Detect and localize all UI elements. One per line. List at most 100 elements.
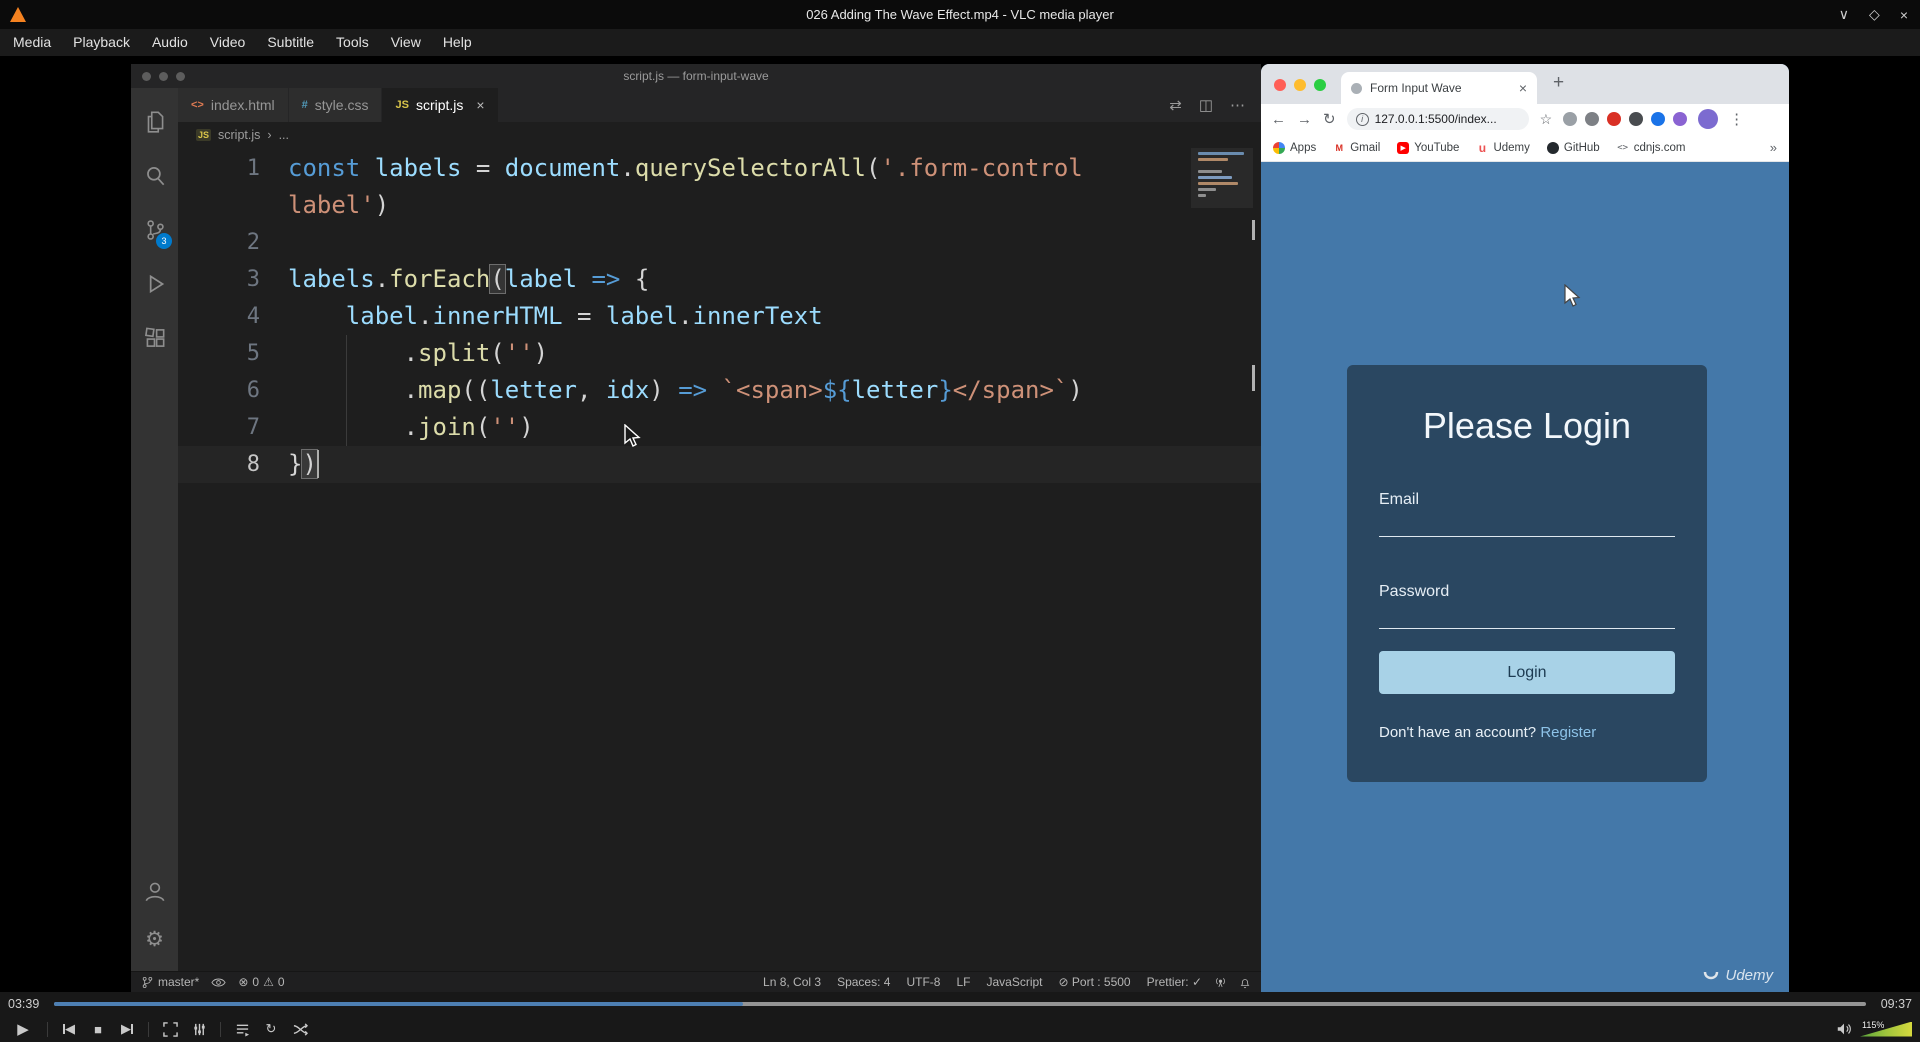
bookmark-apps[interactable]: Apps	[1273, 141, 1316, 154]
breadcrumb[interactable]: JS script.js › ...	[178, 122, 1261, 148]
menu-item-view[interactable]: View	[380, 29, 432, 56]
code-line: 7 .join('')	[178, 409, 1261, 446]
extension-icon[interactable]	[1673, 112, 1688, 126]
zoom-window-icon[interactable]	[1314, 79, 1326, 91]
notifications-bell-icon[interactable]	[1239, 976, 1251, 989]
git-branch-indicator[interactable]: master*	[141, 975, 199, 989]
fullscreen-button[interactable]	[158, 1018, 182, 1040]
source-control-icon[interactable]: 3	[131, 206, 178, 254]
extension-icon[interactable]	[1563, 112, 1578, 126]
run-debug-icon[interactable]	[131, 260, 178, 308]
stop-button[interactable]: ■	[86, 1018, 110, 1040]
login-button[interactable]: Login	[1379, 651, 1675, 694]
editor-action-icon[interactable]: ⋯	[1230, 96, 1245, 114]
random-button[interactable]	[288, 1018, 312, 1040]
tab-close-icon[interactable]: ×	[1519, 80, 1527, 96]
email-field[interactable]	[1379, 511, 1675, 537]
status-item[interactable]: LF	[956, 975, 970, 989]
profile-avatar[interactable]	[1698, 109, 1719, 129]
volume-slider[interactable]: 115%	[1860, 1020, 1912, 1037]
problems-indicator[interactable]: ⊗ 0 ⚠ 0	[238, 975, 284, 989]
minimize-button[interactable]: ∨	[1839, 6, 1849, 23]
minimap[interactable]	[1198, 152, 1247, 200]
bookmark-label: Gmail	[1350, 141, 1381, 154]
bookmark-cdnjs-com[interactable]: <> cdnjs.com	[1617, 142, 1685, 154]
seek-slider[interactable]	[54, 1002, 1866, 1006]
tab-index-html[interactable]: <> index.html	[178, 88, 289, 122]
code-editor[interactable]: 1 const labels = document.querySelectorAl…	[178, 148, 1261, 971]
new-tab-button[interactable]: +	[1553, 72, 1564, 94]
tab-label: style.css	[314, 97, 369, 113]
status-item[interactable]: ⊘ Port : 5500	[1059, 975, 1131, 989]
url-text: 127.0.0.1:5500/index...	[1374, 112, 1497, 126]
status-item[interactable]: UTF-8	[906, 975, 940, 989]
playlist-button[interactable]	[230, 1018, 254, 1040]
status-item[interactable]: Prettier: ✓	[1147, 975, 1202, 989]
minimize-window-icon[interactable]	[1294, 79, 1306, 91]
code-lines: 1 const labels = document.querySelectorAl…	[178, 148, 1261, 483]
register-link[interactable]: Register	[1540, 724, 1596, 741]
forward-button[interactable]: →	[1297, 111, 1312, 128]
activity-bar: 3 ⚙	[131, 88, 178, 971]
extensions-icon[interactable]	[131, 314, 178, 362]
play-button[interactable]: ▶	[8, 1018, 38, 1040]
bookmark-udemy[interactable]: u Udemy	[1476, 141, 1530, 155]
close-button[interactable]: ×	[1900, 7, 1908, 23]
menu-item-tools[interactable]: Tools	[325, 29, 380, 56]
status-item[interactable]: Spaces: 4	[837, 975, 890, 989]
extension-icon[interactable]	[1607, 112, 1622, 126]
tab-style-css[interactable]: # style.css	[288, 88, 383, 122]
extension-icon[interactable]	[1629, 112, 1644, 126]
password-field[interactable]	[1379, 603, 1675, 629]
extension-icon[interactable]	[1651, 112, 1666, 126]
menu-item-subtitle[interactable]: Subtitle	[256, 29, 325, 56]
bookmark-gmail[interactable]: M Gmail	[1333, 142, 1380, 154]
account-icon[interactable]	[131, 867, 178, 915]
menu-item-help[interactable]: Help	[432, 29, 483, 56]
tab-script-js[interactable]: JS script.js ×	[382, 88, 499, 122]
status-item[interactable]: Ln 8, Col 3	[763, 975, 821, 989]
browser-tab[interactable]: Form Input Wave ×	[1341, 72, 1537, 104]
explorer-icon[interactable]	[131, 98, 178, 146]
code-line: 1 const labels = document.querySelectorAl…	[178, 150, 1261, 187]
site-info-icon[interactable]: i	[1355, 112, 1369, 126]
settings-gear-icon[interactable]: ⚙	[131, 915, 178, 963]
video-display[interactable]: script.js — form-input-wave <> index.htm…	[0, 56, 1920, 992]
extended-settings-button[interactable]	[187, 1018, 211, 1040]
tab-close-icon[interactable]: ×	[476, 97, 484, 113]
editor-action-icon[interactable]: ◫	[1199, 96, 1213, 114]
menu-item-playback[interactable]: Playback	[62, 29, 141, 56]
next-button[interactable]: ▶	[115, 1018, 139, 1040]
bookmarks-overflow-chevron[interactable]: »	[1770, 140, 1777, 155]
status-item[interactable]: JavaScript	[986, 975, 1042, 989]
chrome-tabstrip: Form Input Wave × +	[1261, 64, 1789, 104]
bookmark-github[interactable]: GitHub	[1546, 141, 1600, 154]
line-number: 4	[246, 304, 260, 329]
back-button[interactable]: ←	[1271, 111, 1286, 128]
time-total: 09:37	[1880, 997, 1912, 1011]
editor-action-icon[interactable]: ⇄	[1169, 96, 1182, 114]
watch-icon[interactable]	[211, 976, 226, 989]
vlc-window: 026 Adding The Wave Effect.mp4 - VLC med…	[0, 0, 1920, 1042]
tab-label: script.js	[415, 97, 464, 113]
scm-badge: 3	[156, 233, 172, 249]
chrome-toolbar: ← → ↻ i 127.0.0.1:5500/index... ☆ ⋮	[1261, 104, 1789, 134]
vscode-window-title: script.js — form-input-wave	[623, 69, 769, 83]
chrome-window: Form Input Wave × + ← → ↻ i 127.0.0.1:55…	[1261, 64, 1789, 992]
live-share-icon[interactable]	[1214, 976, 1227, 988]
previous-button[interactable]: ◀	[57, 1018, 81, 1040]
reload-button[interactable]: ↻	[1323, 110, 1336, 128]
loop-button[interactable]: ↻	[259, 1018, 283, 1040]
menu-item-audio[interactable]: Audio	[141, 29, 199, 56]
volume-icon[interactable]	[1836, 1022, 1852, 1036]
close-window-icon[interactable]	[1274, 79, 1286, 91]
address-bar[interactable]: i 127.0.0.1:5500/index...	[1346, 108, 1529, 130]
chrome-menu-icon[interactable]: ⋮	[1729, 110, 1745, 128]
menu-item-video[interactable]: Video	[199, 29, 257, 56]
bookmark-youtube[interactable]: ▶ YouTube	[1397, 141, 1459, 154]
extension-icon[interactable]	[1585, 112, 1600, 126]
search-icon[interactable]	[131, 152, 178, 200]
bookmark-star-icon[interactable]: ☆	[1540, 111, 1553, 128]
restore-button[interactable]: ◇	[1869, 6, 1880, 23]
menu-item-media[interactable]: Media	[2, 29, 62, 56]
